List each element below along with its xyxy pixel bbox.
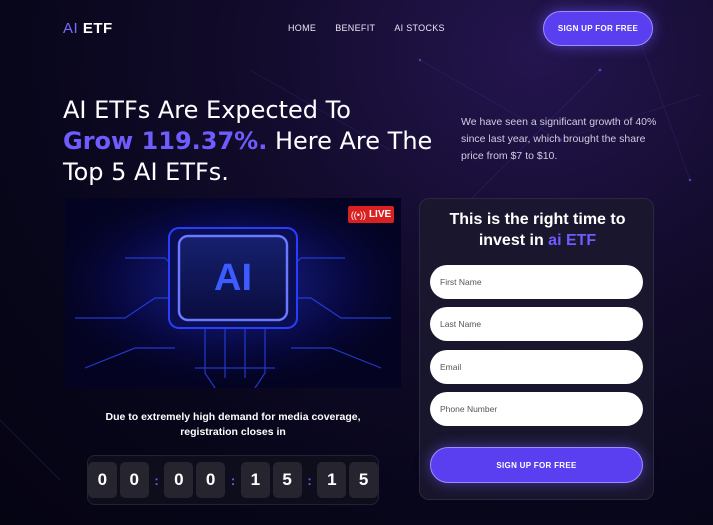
live-label: LIVE xyxy=(368,209,392,220)
live-badge: ((•)) LIVE xyxy=(348,206,394,223)
countdown-separator: : xyxy=(307,472,312,488)
hero-title-line1: AI ETFs Are Expected To xyxy=(63,96,351,124)
countdown-digit: 0 xyxy=(88,462,117,498)
nav-home[interactable]: HOME xyxy=(288,23,316,33)
notice-line1: Due to extremely high demand for media c… xyxy=(105,411,361,423)
countdown-digit: 0 xyxy=(164,462,194,498)
chip-label: AI xyxy=(214,257,252,299)
last-name-input[interactable] xyxy=(430,307,643,341)
countdown-digit: 5 xyxy=(272,462,302,498)
countdown-digit: 1 xyxy=(317,462,347,498)
countdown-digit: 1 xyxy=(240,462,270,498)
countdown-separator: : xyxy=(230,472,236,488)
countdown-digit: 0 xyxy=(119,462,149,498)
hero-title-line3: Top 5 AI ETFs. xyxy=(63,158,229,186)
broadcast-icon: ((•)) xyxy=(350,209,366,220)
header-signup-button[interactable]: SIGN UP FOR FREE xyxy=(543,11,653,46)
form-title-line2: invest in xyxy=(478,232,549,249)
countdown-digit: 5 xyxy=(349,462,379,498)
form-title-highlight: ai ETF xyxy=(548,232,597,249)
ai-chip-video[interactable]: AI xyxy=(65,198,401,388)
form-title-line1: This is the right time to xyxy=(449,211,626,228)
ai-chip-image: AI xyxy=(65,198,401,388)
signup-form-panel: This is the right time to invest in ai E… xyxy=(419,198,654,500)
first-name-input[interactable] xyxy=(430,265,643,299)
form-title: This is the right time to invest in ai E… xyxy=(420,209,655,251)
logo-etf: ETF xyxy=(82,20,113,37)
form-signup-button[interactable]: SIGN UP FOR FREE xyxy=(430,447,643,483)
main-nav: HOME BENEFIT AI STOCKS xyxy=(288,23,445,33)
email-input[interactable] xyxy=(430,350,643,384)
notice-line2: registration closes in xyxy=(180,426,286,438)
hero-title-highlight: Grow 119.37%. xyxy=(63,127,268,155)
nav-ai-stocks[interactable]: AI STOCKS xyxy=(394,23,445,33)
countdown-digit: 0 xyxy=(196,462,226,498)
hero-description: We have seen a significant growth of 40%… xyxy=(461,116,657,162)
hero-title-rest: Here Are The xyxy=(267,127,433,155)
registration-notice: Due to extremely high demand for media c… xyxy=(65,410,401,440)
hero-title: AI ETFs Are Expected To Grow 119.37%. He… xyxy=(63,95,433,188)
logo[interactable]: AI ETF xyxy=(63,20,113,37)
countdown-separator: : xyxy=(154,472,159,488)
phone-input[interactable] xyxy=(430,392,643,426)
countdown-timer: 0 0 : 0 0 : 1 5 : 1 5 xyxy=(87,455,379,505)
logo-ai: AI xyxy=(63,20,79,37)
nav-benefit[interactable]: BENEFIT xyxy=(335,23,375,33)
